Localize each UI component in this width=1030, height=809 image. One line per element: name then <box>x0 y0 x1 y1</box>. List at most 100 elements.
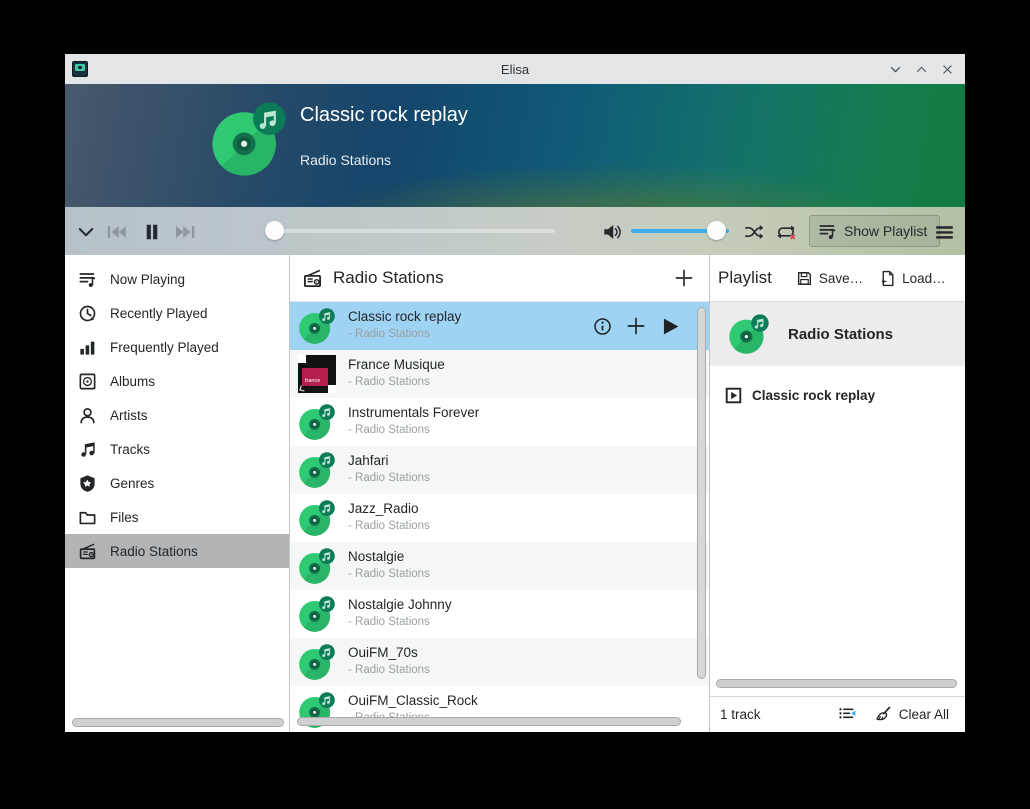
station-art-icon <box>298 307 336 345</box>
sidebar-item-label: Recently Played <box>110 306 208 321</box>
station-subtitle: - Radio Stations <box>348 328 430 340</box>
station-play-button[interactable] <box>659 315 681 337</box>
station-art-icon <box>298 643 336 681</box>
maximize-button[interactable] <box>914 62 929 77</box>
sidebar-item-files[interactable]: Files <box>65 500 289 534</box>
note-icon <box>78 440 97 459</box>
sidebar-item-radio-stations[interactable]: Radio Stations <box>65 534 289 568</box>
show-playlist-label: Show Playlist <box>844 223 927 239</box>
station-title: Classic rock replay <box>348 309 461 324</box>
close-button[interactable] <box>940 62 955 77</box>
radio-icon <box>302 268 323 289</box>
station-title: Instrumentals Forever <box>348 405 479 420</box>
station-title: OuiFM_Classic_Rock <box>348 693 478 708</box>
sidebar-item-tracks[interactable]: Tracks <box>65 432 289 466</box>
skip-forward-button[interactable] <box>173 219 199 245</box>
radio-station-row[interactable]: Nostalgie Johnny - Radio Stations <box>290 590 709 638</box>
station-art-icon <box>298 451 336 489</box>
artist-icon <box>78 406 97 425</box>
sidebar: Now Playing Recently Played Frequently P… <box>65 255 290 732</box>
volume-slider[interactable] <box>631 229 729 233</box>
titlebar[interactable]: Elisa <box>65 54 965 84</box>
elisa-window: Elisa Classic rock replay Radio Stations… <box>65 54 965 732</box>
browse-title: Radio Stations <box>333 268 673 288</box>
station-title: Jahfari <box>348 453 389 468</box>
station-subtitle: - Radio Stations <box>348 472 430 484</box>
load-playlist-button[interactable]: Load… <box>873 266 952 291</box>
clear-all-button[interactable]: Clear All <box>873 705 949 724</box>
folder-icon <box>78 508 97 527</box>
save-playlist-button[interactable]: Save… <box>790 266 869 291</box>
show-current-track-button[interactable] <box>838 705 857 724</box>
radio-station-row[interactable]: Instrumentals Forever - Radio Stations <box>290 398 709 446</box>
station-art-icon <box>298 547 336 585</box>
playlist-group-art-icon <box>728 313 770 355</box>
station-subtitle: - Radio Stations <box>348 376 430 388</box>
sidebar-item-label: Files <box>110 510 139 525</box>
minimize-button[interactable] <box>888 62 903 77</box>
track-count: 1 track <box>720 707 838 722</box>
menu-button[interactable] <box>931 219 957 245</box>
pause-button[interactable] <box>139 219 165 245</box>
radio-station-row[interactable]: Classic rock replay - Radio Stations <box>290 302 709 350</box>
station-title: Nostalgie <box>348 549 404 564</box>
add-radio-button[interactable] <box>673 267 695 289</box>
station-info-button[interactable] <box>591 315 613 337</box>
station-art-france-musique: francemusique <box>298 355 336 393</box>
sidebar-item-recently-played[interactable]: Recently Played <box>65 296 289 330</box>
radio-station-row[interactable]: Jazz_Radio - Radio Stations <box>290 494 709 542</box>
radio-icon <box>78 542 97 561</box>
sidebar-item-now-playing[interactable]: Now Playing <box>65 262 289 296</box>
playlist-horizontal-scrollbar[interactable] <box>716 679 957 688</box>
playlist-group-header[interactable]: Radio Stations <box>710 302 965 366</box>
station-enqueue-button[interactable] <box>625 315 647 337</box>
station-subtitle: - Radio Stations <box>348 616 430 628</box>
album-icon <box>78 372 97 391</box>
sidebar-item-label: Genres <box>110 476 154 491</box>
collapse-header-button[interactable] <box>73 219 99 245</box>
genre-icon <box>78 474 97 493</box>
playlist-panel: Playlist Save… Load… Radio Stations Clas… <box>710 255 965 732</box>
station-art-icon <box>298 499 336 537</box>
sidebar-item-label: Frequently Played <box>110 340 219 355</box>
station-title: Nostalgie Johnny <box>348 597 452 612</box>
playlist-title: Playlist <box>718 268 772 288</box>
sidebar-item-artists[interactable]: Artists <box>65 398 289 432</box>
show-playlist-button[interactable]: Show Playlist <box>809 215 940 247</box>
sidebar-item-label: Artists <box>110 408 148 423</box>
radio-station-row[interactable]: OuiFM_70s - Radio Stations <box>290 638 709 686</box>
sidebar-item-albums[interactable]: Albums <box>65 364 289 398</box>
radio-station-row[interactable]: francemusique France Musique - Radio Sta… <box>290 350 709 398</box>
volume-icon[interactable] <box>599 219 625 245</box>
app-icon <box>72 61 88 77</box>
header-track-title: Classic rock replay <box>300 104 468 127</box>
radio-station-row[interactable]: Jahfari - Radio Stations <box>290 446 709 494</box>
station-subtitle: - Radio Stations <box>348 520 430 532</box>
player-bar: Show Playlist <box>65 207 965 255</box>
sidebar-item-label: Albums <box>110 374 155 389</box>
browse-vertical-scrollbar[interactable] <box>697 307 706 679</box>
station-title: Jazz_Radio <box>348 501 419 516</box>
album-art-icon <box>210 100 288 178</box>
seek-slider-handle[interactable] <box>265 221 284 240</box>
radio-station-row[interactable]: Nostalgie - Radio Stations <box>290 542 709 590</box>
station-subtitle: - Radio Stations <box>348 424 430 436</box>
sidebar-item-frequently-played[interactable]: Frequently Played <box>65 330 289 364</box>
volume-slider-handle[interactable] <box>707 221 726 240</box>
station-title: OuiFM_70s <box>348 645 418 660</box>
show-current-track-icon <box>838 705 857 724</box>
browse-horizontal-scrollbar[interactable] <box>297 717 681 726</box>
load-playlist-label: Load… <box>902 271 946 286</box>
repeat-off-button[interactable] <box>773 219 799 245</box>
sidebar-item-label: Radio Stations <box>110 544 198 559</box>
playing-indicator-icon <box>725 387 742 404</box>
station-art-icon <box>298 403 336 441</box>
skip-backward-button[interactable] <box>103 219 129 245</box>
sidebar-item-label: Tracks <box>110 442 150 457</box>
sidebar-horizontal-scrollbar[interactable] <box>72 718 284 727</box>
seek-slider[interactable] <box>267 229 555 233</box>
playlist-track-row[interactable]: Classic rock replay <box>710 377 965 413</box>
shuffle-button[interactable] <box>741 219 767 245</box>
sidebar-item-genres[interactable]: Genres <box>65 466 289 500</box>
browse-panel: Radio Stations Classic rock replay - Rad… <box>290 255 710 732</box>
